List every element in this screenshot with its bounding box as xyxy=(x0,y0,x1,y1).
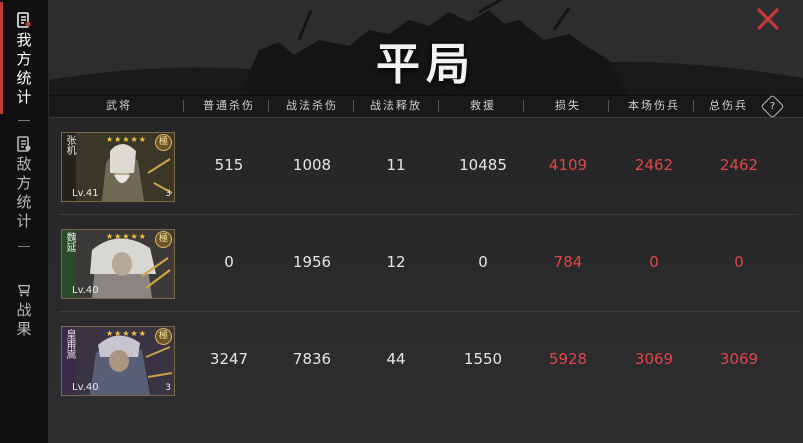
loss-value: 4109 xyxy=(548,156,588,174)
general-portrait[interactable]: 魏延 ★★★★★ 極 Lv.40 xyxy=(61,229,175,299)
sidebar: 我方统计 敌方统计 战果 xyxy=(0,0,49,443)
normal-kill-value: 3247 xyxy=(209,350,249,368)
wounded-battle-value: 0 xyxy=(649,253,659,271)
col-general: 武将 xyxy=(106,99,132,112)
skill-cast-value: 12 xyxy=(386,253,406,271)
general-portrait[interactable]: 张机 ★★★★★ 極 Lv.41 3 xyxy=(61,132,175,202)
skill-cast-value: 11 xyxy=(386,156,406,174)
table-row: 张机 ★★★★★ 極 Lv.41 3 515 1008 11 10485 410… xyxy=(49,118,803,215)
tab-our-stats[interactable]: 我方统计 xyxy=(0,12,48,108)
col-skill-kill: 战法杀伤 xyxy=(286,99,338,112)
table-row: 魏延 ★★★★★ 極 Lv.40 0 1956 12 0 784 0 0 xyxy=(49,215,803,312)
cart-icon xyxy=(17,285,30,297)
col-wounded-battle: 本场伤兵 xyxy=(628,99,680,112)
table-row: 皇甫嵩 ★★★★★ 極 Lv.40 3 3247 7836 44 1550 59… xyxy=(49,312,803,409)
quality-badge: 極 xyxy=(155,231,172,248)
battle-result-title: 平局 xyxy=(376,39,476,90)
skill-kill-value: 1956 xyxy=(292,253,332,271)
rescue-value: 10485 xyxy=(459,156,507,174)
tab-battle-results[interactable]: 战果 xyxy=(0,282,48,340)
general-name: 张机 xyxy=(64,135,75,155)
table-header: 武将 普通杀伤 战法杀伤 战法释放 救援 损失 本场伤兵 总伤兵 ? xyxy=(49,94,803,119)
skill-kill-value: 1008 xyxy=(292,156,332,174)
star-rating: ★★★★★ xyxy=(106,329,147,338)
general-name: 皇甫嵩 xyxy=(64,329,75,359)
general-name: 魏延 xyxy=(64,232,75,252)
star-rating: ★★★★★ xyxy=(106,232,147,241)
wounded-battle-value: 3069 xyxy=(634,350,674,368)
rescue-value: 0 xyxy=(478,253,488,271)
advance-count: 3 xyxy=(165,189,171,199)
divider xyxy=(18,246,30,247)
close-icon[interactable] xyxy=(755,6,781,32)
star-rating: ★★★★★ xyxy=(106,135,147,144)
wounded-battle-value: 2462 xyxy=(634,156,674,174)
col-normal-kill: 普通杀伤 xyxy=(203,99,255,112)
col-rescue: 救援 xyxy=(470,99,496,112)
col-skill-cast: 战法释放 xyxy=(370,99,422,112)
wounded-total-value: 3069 xyxy=(719,350,759,368)
wounded-total-value: 2462 xyxy=(719,156,759,174)
normal-kill-value: 515 xyxy=(214,156,244,174)
tab-enemy-stats[interactable]: 敌方统计 xyxy=(0,136,48,232)
wounded-total-value: 0 xyxy=(734,253,744,271)
col-wounded-total: 总伤兵 xyxy=(709,99,748,112)
skill-cast-value: 44 xyxy=(386,350,406,368)
tab-enemy-stats-label: 敌方统计 xyxy=(14,156,33,232)
general-portrait[interactable]: 皇甫嵩 ★★★★★ 極 Lv.40 3 xyxy=(61,326,175,396)
tab-our-stats-label: 我方统计 xyxy=(14,32,33,108)
normal-kill-value: 0 xyxy=(224,253,234,271)
general-level: Lv.40 xyxy=(72,285,99,296)
loss-value: 784 xyxy=(553,253,583,271)
scroll-icon xyxy=(17,12,31,28)
quality-badge: 極 xyxy=(155,134,172,151)
rescue-value: 1550 xyxy=(463,350,503,368)
general-level: Lv.40 xyxy=(72,382,99,393)
quality-badge: 極 xyxy=(155,328,172,345)
scroll-icon xyxy=(17,136,31,152)
col-loss: 损失 xyxy=(555,99,581,112)
general-level: Lv.41 xyxy=(72,188,99,199)
stats-panel: 平局 武将 普通杀伤 战法杀伤 战法释放 救援 损失 本场伤兵 总伤兵 ? 张机… xyxy=(49,0,803,443)
loss-value: 5928 xyxy=(548,350,588,368)
skill-kill-value: 7836 xyxy=(292,350,332,368)
divider xyxy=(18,120,30,121)
advance-count: 3 xyxy=(165,383,171,393)
tab-battle-results-label: 战果 xyxy=(14,302,33,340)
